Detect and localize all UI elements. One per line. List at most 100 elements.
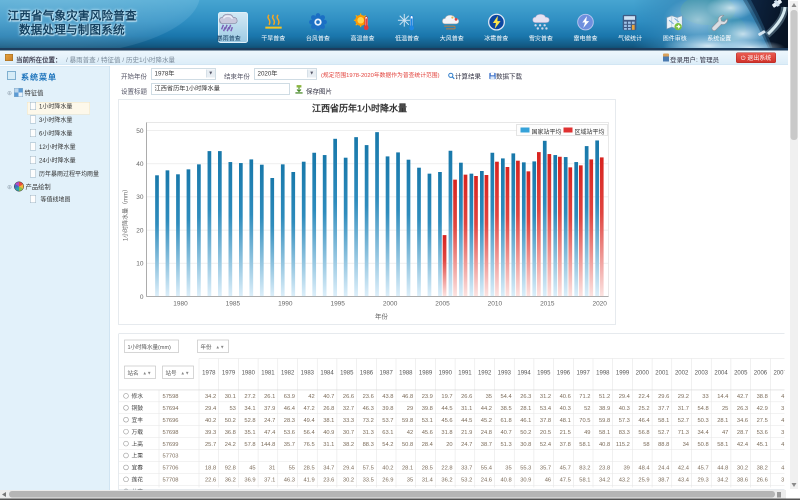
svg-text:区域站平均: 区域站平均 xyxy=(575,128,605,136)
svg-text:63.9: 63.9 xyxy=(284,394,295,400)
svg-text:22.8: 22.8 xyxy=(441,466,452,472)
svg-text:26.6: 26.6 xyxy=(757,478,768,484)
svg-text:40.6: 40.6 xyxy=(560,394,571,400)
svg-text:31.2: 31.2 xyxy=(540,394,551,400)
svg-text:34.2: 34.2 xyxy=(717,478,728,484)
svg-text:28.3: 28.3 xyxy=(284,418,295,424)
svg-text:43.2: 43.2 xyxy=(619,478,630,484)
svg-text:26.6: 26.6 xyxy=(343,394,354,400)
svg-text:49.4: 49.4 xyxy=(303,418,315,424)
svg-text:1982: 1982 xyxy=(281,371,295,377)
svg-text:24.7: 24.7 xyxy=(461,442,472,448)
svg-text:50.2: 50.2 xyxy=(520,430,531,436)
svg-text:28.4: 28.4 xyxy=(422,442,434,448)
svg-text:1983: 1983 xyxy=(301,371,315,377)
svg-text:1978: 1978 xyxy=(202,371,216,377)
svg-text:50.2: 50.2 xyxy=(225,418,236,424)
svg-text:55.3: 55.3 xyxy=(520,466,531,472)
svg-text:33.3: 33.3 xyxy=(343,418,354,424)
svg-text:70.5: 70.5 xyxy=(579,418,590,424)
svg-text:2001: 2001 xyxy=(655,371,669,377)
svg-text:53.6: 53.6 xyxy=(757,430,768,436)
svg-text:1997: 1997 xyxy=(576,371,590,377)
svg-text:2006: 2006 xyxy=(754,371,768,377)
svg-text:46.3: 46.3 xyxy=(284,478,295,484)
svg-text:23.6: 23.6 xyxy=(323,478,334,484)
svg-text:52: 52 xyxy=(584,406,590,412)
svg-text:26.9: 26.9 xyxy=(382,478,393,484)
svg-text:61.8: 61.8 xyxy=(500,418,511,424)
svg-text:57708: 57708 xyxy=(163,478,179,484)
svg-text:28.1: 28.1 xyxy=(402,466,413,472)
svg-text:25.7: 25.7 xyxy=(205,442,216,448)
svg-text:39.3: 39.3 xyxy=(205,430,216,436)
svg-text:38.2: 38.2 xyxy=(757,466,768,472)
svg-text:2002: 2002 xyxy=(675,371,689,377)
svg-text:22.6: 22.6 xyxy=(205,478,216,484)
svg-text:33.7: 33.7 xyxy=(461,466,472,472)
svg-text:28.1: 28.1 xyxy=(717,418,728,424)
svg-text:57698: 57698 xyxy=(163,430,179,436)
svg-text:▲▼: ▲▼ xyxy=(181,371,190,376)
svg-text:42.4: 42.4 xyxy=(678,466,690,472)
svg-text:30.1: 30.1 xyxy=(225,394,236,400)
svg-text:25: 25 xyxy=(722,406,728,412)
svg-text:71.3: 71.3 xyxy=(678,430,689,436)
svg-text:1990: 1990 xyxy=(439,371,453,377)
svg-text:36.2: 36.2 xyxy=(225,478,236,484)
svg-text:59.8: 59.8 xyxy=(402,418,413,424)
svg-text:45.6: 45.6 xyxy=(422,430,433,436)
svg-text:1979: 1979 xyxy=(222,371,236,377)
svg-text:江西省历年1小时降水量: 江西省历年1小时降水量 xyxy=(312,103,407,114)
svg-text:30.9: 30.9 xyxy=(520,478,531,484)
svg-text:45.6: 45.6 xyxy=(441,418,452,424)
svg-text:55.4: 55.4 xyxy=(481,466,493,472)
svg-text:1986: 1986 xyxy=(360,371,374,377)
svg-text:27.2: 27.2 xyxy=(244,394,255,400)
svg-text:52.4: 52.4 xyxy=(540,442,552,448)
svg-text:44.5: 44.5 xyxy=(461,418,472,424)
svg-text:38.5: 38.5 xyxy=(500,406,511,412)
svg-text:1990: 1990 xyxy=(278,301,293,308)
svg-text:38.9: 38.9 xyxy=(599,406,610,412)
svg-text:53.6: 53.6 xyxy=(284,430,295,436)
svg-text:0: 0 xyxy=(140,294,144,301)
svg-text:45.7: 45.7 xyxy=(697,466,708,472)
svg-text:36.2: 36.2 xyxy=(441,478,452,484)
svg-text:2007: 2007 xyxy=(773,371,784,377)
svg-text:41: 41 xyxy=(781,394,784,400)
svg-text:57.8: 57.8 xyxy=(244,442,255,448)
svg-text:35.7: 35.7 xyxy=(284,442,295,448)
svg-text:14.4: 14.4 xyxy=(717,394,729,400)
svg-text:50: 50 xyxy=(136,128,144,135)
svg-text:144.8: 144.8 xyxy=(261,442,275,448)
svg-text:1987: 1987 xyxy=(379,371,393,377)
svg-text:34.6: 34.6 xyxy=(737,418,748,424)
svg-text:20.5: 20.5 xyxy=(540,430,551,436)
svg-text:23.8: 23.8 xyxy=(599,466,610,472)
svg-text:92.8: 92.8 xyxy=(225,466,236,472)
svg-text:站名: 站名 xyxy=(128,369,139,377)
svg-text:30: 30 xyxy=(136,194,144,201)
svg-text:1小时降水量(mm): 1小时降水量(mm) xyxy=(128,343,172,351)
svg-text:26.3: 26.3 xyxy=(737,406,748,412)
svg-text:40.7: 40.7 xyxy=(323,394,334,400)
svg-text:57694: 57694 xyxy=(163,406,180,412)
svg-text:58.1: 58.1 xyxy=(717,442,728,448)
svg-text:18.8: 18.8 xyxy=(205,466,216,472)
svg-text:53.4: 53.4 xyxy=(540,406,552,412)
svg-text:35: 35 xyxy=(407,478,413,484)
svg-text:1995: 1995 xyxy=(330,301,345,308)
svg-text:25.9: 25.9 xyxy=(638,478,649,484)
svg-text:35.7: 35.7 xyxy=(540,466,551,472)
svg-text:21.9: 21.9 xyxy=(461,430,472,436)
svg-text:29: 29 xyxy=(407,406,413,412)
svg-text:55: 55 xyxy=(289,466,295,472)
svg-text:31: 31 xyxy=(269,466,275,472)
svg-text:46: 46 xyxy=(545,478,551,484)
svg-text:2004: 2004 xyxy=(714,371,728,377)
svg-text:35: 35 xyxy=(486,394,492,400)
svg-text:49: 49 xyxy=(584,430,590,436)
svg-text:45.2: 45.2 xyxy=(481,418,492,424)
svg-text:30.2: 30.2 xyxy=(737,466,748,472)
